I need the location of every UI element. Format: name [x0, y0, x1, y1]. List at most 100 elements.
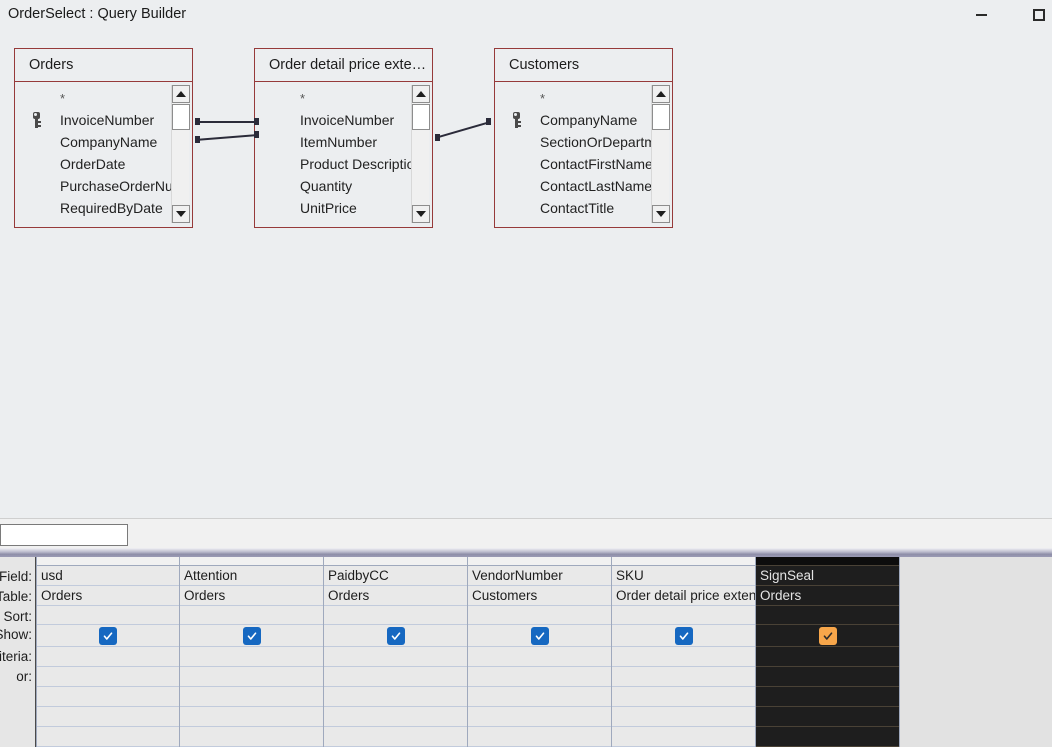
grid-cell-empty[interactable]	[612, 687, 755, 707]
field-row[interactable]: OrderDate	[15, 153, 192, 175]
grid-cell-sort[interactable]	[468, 606, 611, 625]
grid-cell-table[interactable]: Orders	[180, 586, 323, 606]
grid-column[interactable]: SKU Order detail price exten	[612, 557, 756, 747]
grid-cell-table[interactable]: Orders	[37, 586, 179, 606]
field-list-scrollbar[interactable]	[411, 85, 430, 223]
grid-cell-empty[interactable]	[180, 687, 323, 707]
grid-cell-sort[interactable]	[756, 606, 899, 625]
scroll-down-button[interactable]	[652, 205, 670, 223]
field-row[interactable]: *	[495, 87, 672, 109]
grid-cell-sort[interactable]	[612, 606, 755, 625]
grid-cell-or[interactable]	[756, 667, 899, 687]
field-row[interactable]: SectionOrDepartme	[495, 131, 672, 153]
grid-column-selector[interactable]	[612, 557, 755, 566]
grid-cell-table[interactable]: Customers	[468, 586, 611, 606]
grid-column-selector[interactable]	[37, 557, 179, 566]
grid-cell-criteria[interactable]	[612, 647, 755, 667]
grid-cell-empty[interactable]	[37, 707, 179, 727]
grid-cell-empty[interactable]	[468, 707, 611, 727]
grid-cell-or[interactable]	[37, 667, 179, 687]
grid-cell-criteria[interactable]	[756, 647, 899, 667]
grid-cell-or[interactable]	[324, 667, 467, 687]
grid-cell-empty[interactable]	[756, 727, 899, 747]
table-box-orders[interactable]: Orders * InvoiceNumber CompanyName OrderDate…	[14, 48, 193, 228]
grid-cell-empty[interactable]	[612, 727, 755, 747]
grid-column[interactable]: PaidbyCC Orders	[324, 557, 468, 747]
grid-cell-show[interactable]	[180, 625, 323, 647]
grid-cell-criteria[interactable]	[324, 647, 467, 667]
grid-cell-field[interactable]: SKU	[612, 566, 755, 586]
grid-cell-or[interactable]	[612, 667, 755, 687]
grid-cell-field[interactable]: usd	[37, 566, 179, 586]
scroll-up-button[interactable]	[652, 85, 670, 103]
show-checkbox[interactable]	[99, 626, 117, 645]
scrollbar-thumb[interactable]	[652, 104, 670, 130]
show-checkbox[interactable]	[530, 626, 549, 645]
field-row[interactable]: *	[15, 87, 192, 109]
grid-cell-empty[interactable]	[324, 727, 467, 747]
grid-cell-sort[interactable]	[324, 606, 467, 625]
grid-cell-or[interactable]	[468, 667, 611, 687]
grid-cell-show[interactable]	[612, 625, 755, 647]
grid-cell-field[interactable]: VendorNumber	[468, 566, 611, 586]
grid-column[interactable]: Attention Orders	[180, 557, 324, 747]
grid-cell-field[interactable]: SignSeal	[756, 566, 899, 586]
show-checkbox[interactable]	[674, 626, 693, 645]
grid-cell-empty[interactable]	[756, 707, 899, 727]
grid-cell-empty[interactable]	[468, 687, 611, 707]
grid-cell-sort[interactable]	[180, 606, 323, 625]
grid-cell-empty[interactable]	[37, 727, 179, 747]
grid-cell-field[interactable]: PaidbyCC	[324, 566, 467, 586]
filter-input[interactable]	[0, 524, 128, 546]
field-row[interactable]: UnitPrice	[255, 197, 432, 219]
field-row[interactable]: Product Description	[255, 153, 432, 175]
grid-cell-table[interactable]: Orders	[756, 586, 899, 606]
scroll-up-button[interactable]	[172, 85, 190, 103]
grid-cell-table[interactable]: Orders	[324, 586, 467, 606]
grid-cell-empty[interactable]	[180, 707, 323, 727]
field-row[interactable]: *	[255, 87, 432, 109]
grid-cell-empty[interactable]	[468, 727, 611, 747]
scroll-down-button[interactable]	[172, 205, 190, 223]
scrollbar-thumb[interactable]	[412, 104, 430, 130]
grid-column-selector[interactable]	[468, 557, 611, 566]
field-row[interactable]: ContactTitle	[495, 197, 672, 219]
grid-cell-empty[interactable]	[37, 687, 179, 707]
field-row[interactable]: InvoiceNumber	[255, 109, 432, 131]
grid-column-selector[interactable]	[756, 557, 899, 566]
grid-cell-show[interactable]	[756, 625, 899, 647]
scroll-up-button[interactable]	[412, 85, 430, 103]
scroll-down-button[interactable]	[412, 205, 430, 223]
field-row[interactable]: RequiredByDate	[15, 197, 192, 219]
grid-cell-show[interactable]	[37, 625, 179, 647]
pane-splitter[interactable]	[0, 548, 1052, 557]
minimize-button[interactable]	[958, 0, 1004, 30]
field-row[interactable]: PurchaseOrderNum	[15, 175, 192, 197]
field-row[interactable]: ContactLastName	[495, 175, 672, 197]
grid-cell-table[interactable]: Order detail price exten	[612, 586, 755, 606]
table-diagram-pane[interactable]: Orders * InvoiceNumber CompanyName OrderDate…	[0, 30, 1052, 518]
grid-cell-show[interactable]	[468, 625, 611, 647]
grid-cell-empty[interactable]	[756, 687, 899, 707]
grid-cell-empty[interactable]	[324, 687, 467, 707]
field-row[interactable]: CompanyName	[495, 109, 672, 131]
grid-column-selector[interactable]	[324, 557, 467, 566]
field-row[interactable]: CompanyName	[15, 131, 192, 153]
field-list-scrollbar[interactable]	[171, 85, 190, 223]
field-row[interactable]: Quantity	[255, 175, 432, 197]
grid-column[interactable]: SignSeal Orders	[756, 557, 900, 747]
grid-cell-empty[interactable]	[612, 707, 755, 727]
show-checkbox[interactable]	[386, 626, 405, 645]
grid-cell-field[interactable]: Attention	[180, 566, 323, 586]
field-row[interactable]: ItemNumber	[255, 131, 432, 153]
scrollbar-thumb[interactable]	[172, 104, 190, 130]
grid-cell-show[interactable]	[324, 625, 467, 647]
maximize-button[interactable]	[1016, 0, 1052, 30]
grid-cell-empty[interactable]	[180, 727, 323, 747]
grid-cell-criteria[interactable]	[180, 647, 323, 667]
grid-cell-criteria[interactable]	[37, 647, 179, 667]
grid-column[interactable]: usd Orders	[36, 557, 180, 747]
table-box-customers[interactable]: Customers * CompanyName SectionOrDepartme Co…	[494, 48, 673, 228]
table-box-order-detail-price-exte[interactable]: Order detail price exte… * InvoiceNumber It…	[254, 48, 433, 228]
grid-cell-criteria[interactable]	[468, 647, 611, 667]
